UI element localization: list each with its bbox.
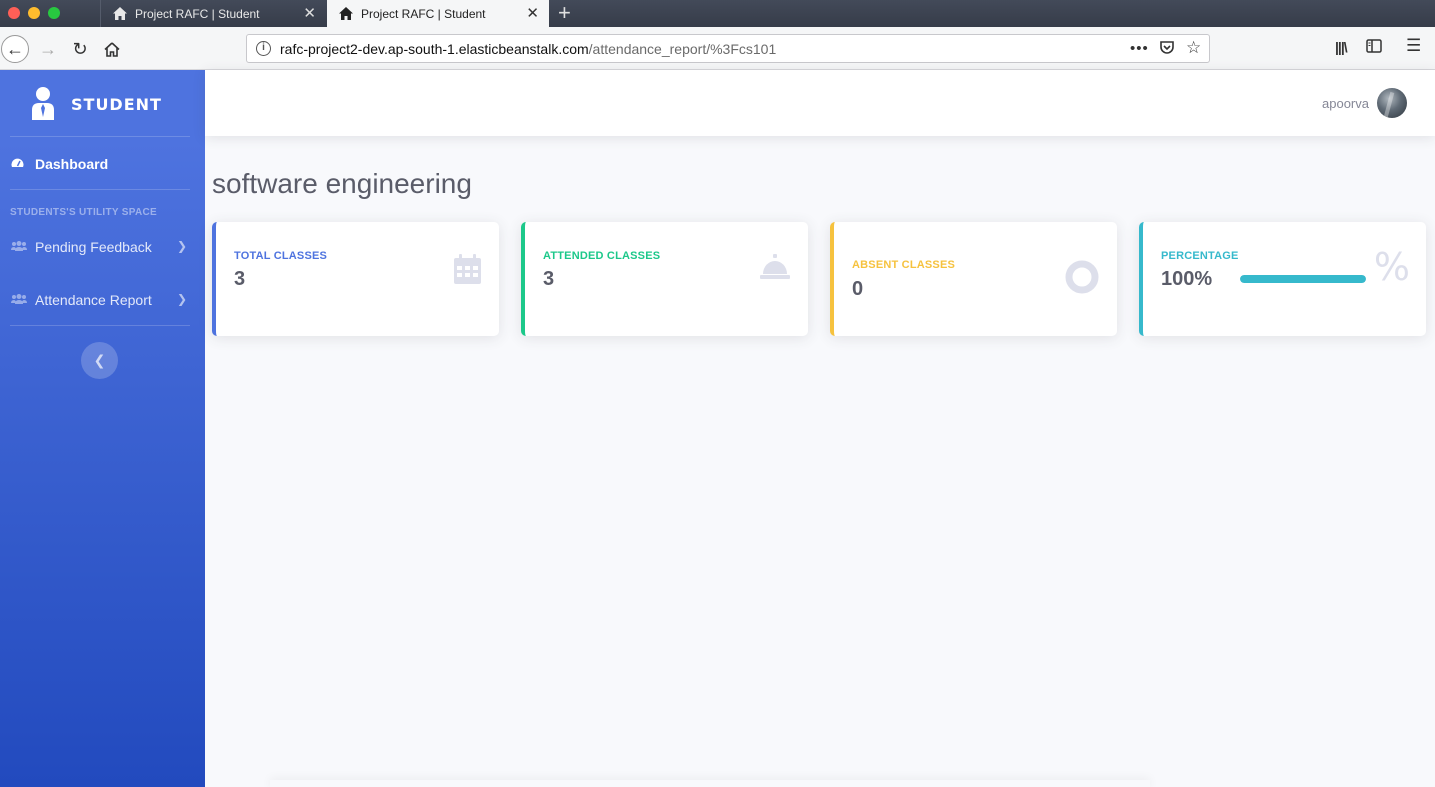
close-tab-icon[interactable]: ✕ bbox=[526, 6, 539, 21]
browser-tab[interactable]: Project RAFC | Student ✕ bbox=[100, 0, 326, 27]
tab-title: Project RAFC | Student bbox=[135, 6, 260, 21]
sidebar-divider bbox=[10, 325, 190, 326]
sidebar: STUDENT Dashboard STUDENTS'S UTILITY SPA… bbox=[0, 70, 205, 787]
sidebar-item-label: Attendance Report bbox=[35, 292, 152, 308]
footer-shadow bbox=[270, 780, 1150, 787]
new-tab-icon[interactable]: + bbox=[558, 2, 571, 24]
total-classes-card: TOTAL CLASSES 3 bbox=[212, 222, 499, 336]
sidebar-item-label: Pending Feedback bbox=[35, 239, 152, 255]
tab-title: Project RAFC | Student bbox=[361, 6, 486, 21]
absent-classes-card: ABSENT CLASSES 0 bbox=[830, 222, 1117, 336]
progress-fill bbox=[1240, 275, 1366, 283]
url-bar[interactable]: i rafc-project2-dev.ap-south-1.elasticbe… bbox=[246, 34, 1210, 63]
card-value: 0 bbox=[852, 278, 864, 300]
card-label: TOTAL CLASSES bbox=[234, 250, 328, 262]
library-icon[interactable]: |||\ bbox=[1335, 39, 1348, 55]
attendance-progress-bar bbox=[1240, 275, 1366, 283]
chevron-right-icon: ❯ bbox=[176, 292, 187, 306]
sidebar-divider bbox=[10, 189, 190, 190]
card-value: 3 bbox=[234, 268, 246, 290]
circle-icon bbox=[1065, 260, 1099, 299]
tachometer-icon bbox=[11, 157, 27, 171]
bell-icon bbox=[760, 254, 790, 285]
info-icon[interactable]: i bbox=[256, 41, 271, 56]
url-text[interactable]: rafc-project2-dev.ap-south-1.elasticbean… bbox=[280, 41, 776, 57]
card-value: 3 bbox=[543, 268, 555, 290]
sidebar-item-label: Dashboard bbox=[35, 156, 109, 172]
attended-classes-card: ATTENDED CLASSES 3 bbox=[521, 222, 808, 336]
chevron-right-icon: ❯ bbox=[176, 239, 187, 253]
browser-tab-active[interactable]: Project RAFC | Student ✕ bbox=[327, 0, 549, 27]
home-button-icon[interactable] bbox=[99, 36, 125, 62]
browser-toolbar: ← → ↻ i rafc-project2-dev.ap-south-1.ela… bbox=[0, 27, 1435, 70]
card-label: PERCENTAGE bbox=[1161, 250, 1239, 262]
home-icon bbox=[113, 7, 127, 20]
users-icon bbox=[11, 240, 27, 254]
maximize-window-button[interactable] bbox=[48, 7, 60, 19]
back-arrow-icon[interactable]: ← bbox=[1, 35, 29, 63]
card-label: ATTENDED CLASSES bbox=[543, 250, 661, 262]
reload-icon[interactable]: ↻ bbox=[67, 36, 93, 62]
sidebar-divider bbox=[10, 136, 190, 137]
minimize-window-button[interactable] bbox=[28, 7, 40, 19]
card-label: ABSENT CLASSES bbox=[852, 259, 956, 271]
menu-hamburger-icon[interactable]: ☰ bbox=[1406, 36, 1421, 56]
sidebar-heading: STUDENTS'S UTILITY SPACE bbox=[10, 207, 157, 218]
user-name[interactable]: apoorva bbox=[1322, 96, 1369, 111]
brand-title: STUDENT bbox=[71, 95, 162, 114]
user-tie-icon bbox=[32, 87, 54, 120]
sidebar-toggle-button[interactable]: ❮ bbox=[81, 342, 118, 379]
topbar: apoorva bbox=[205, 70, 1435, 136]
sidebar-item-attendance-report[interactable]: Attendance Report ❯ bbox=[0, 280, 205, 320]
browser-tab-bar: Project RAFC | Student ✕ Project RAFC | … bbox=[0, 0, 1435, 27]
close-window-button[interactable] bbox=[8, 7, 20, 19]
card-value: 100% bbox=[1161, 268, 1213, 290]
bookmark-star-icon[interactable]: ☆ bbox=[1186, 38, 1201, 58]
avatar[interactable] bbox=[1377, 88, 1407, 118]
page-title: software engineering bbox=[212, 168, 472, 199]
close-tab-icon[interactable]: ✕ bbox=[303, 6, 316, 21]
more-actions-icon[interactable]: ••• bbox=[1130, 40, 1149, 57]
users-icon bbox=[11, 293, 27, 307]
pocket-icon[interactable] bbox=[1159, 40, 1175, 59]
sidebar-item-dashboard[interactable]: Dashboard bbox=[0, 144, 205, 184]
chevron-left-icon: ❮ bbox=[93, 352, 106, 368]
sidebar-brand[interactable]: STUDENT bbox=[0, 70, 205, 136]
home-icon bbox=[339, 7, 353, 20]
percent-icon: % bbox=[1373, 245, 1410, 289]
sidebar-item-pending-feedback[interactable]: Pending Feedback ❯ bbox=[0, 227, 205, 267]
forward-arrow-icon[interactable]: → bbox=[35, 36, 61, 62]
calendar-icon bbox=[454, 254, 481, 289]
sidebar-toggle-icon[interactable] bbox=[1366, 39, 1382, 58]
percentage-card: PERCENTAGE 100% % bbox=[1139, 222, 1426, 336]
